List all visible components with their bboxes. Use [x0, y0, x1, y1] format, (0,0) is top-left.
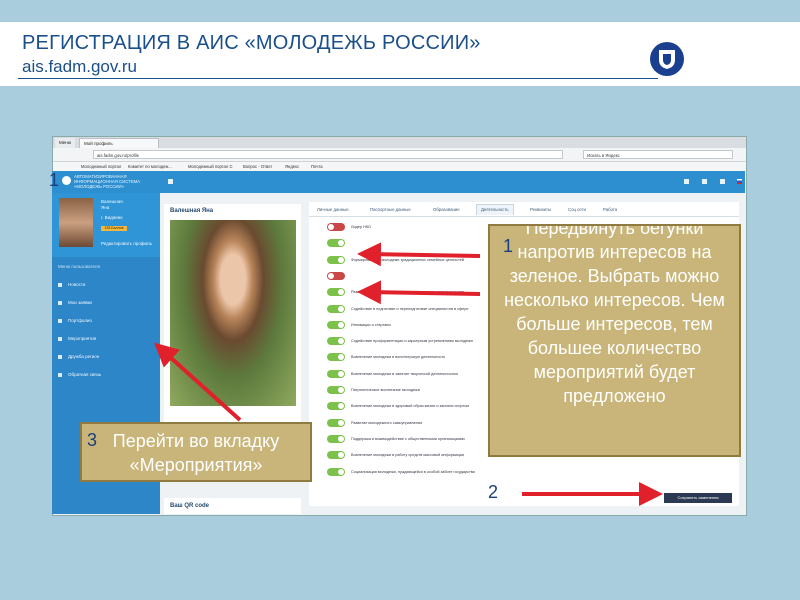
step-number-2: 2 — [488, 482, 499, 502]
callout-1-text: Передвинуть бегунки напротив интересов н… — [504, 224, 725, 406]
instruction-callout-3: Перейти во вкладку «Мероприятия» — [80, 422, 312, 482]
arrow-to-toggle-1 — [357, 242, 481, 267]
arrow-to-events-tab — [154, 342, 242, 422]
instruction-callout-1: Передвинуть бегунки напротив интересов н… — [488, 224, 741, 457]
arrow-to-toggle-2 — [357, 280, 481, 305]
step-number-1-callout: 1 — [503, 236, 514, 256]
step-number-1: 1 — [49, 170, 60, 190]
step-number-3: 3 — [87, 430, 98, 450]
